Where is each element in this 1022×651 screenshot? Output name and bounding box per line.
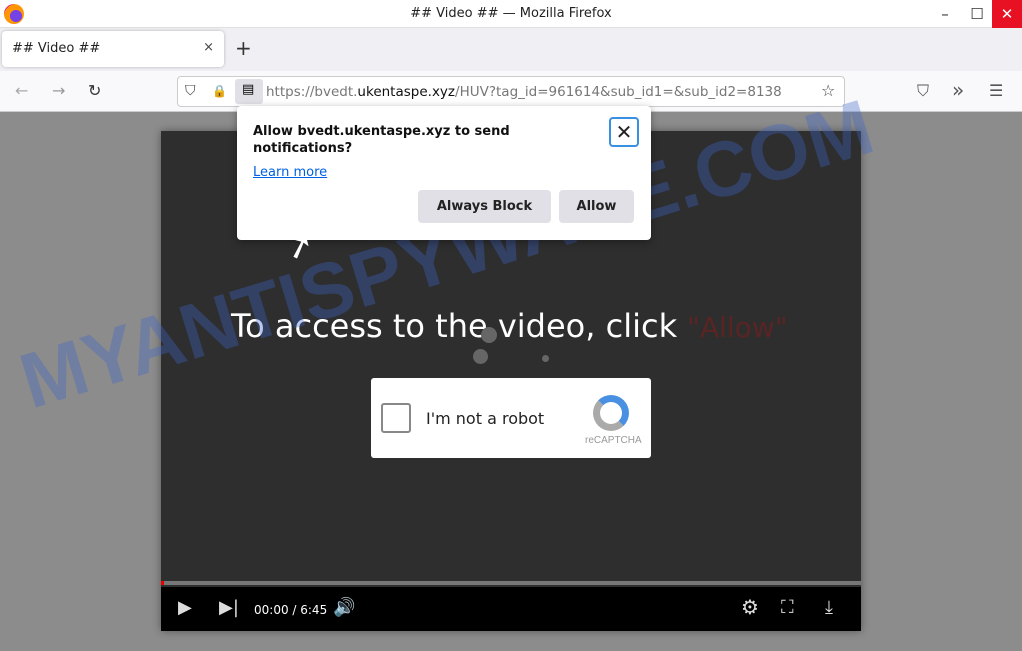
download-icon[interactable]: ⤓ [825, 597, 833, 618]
volume-icon[interactable]: 🔊 [333, 597, 355, 618]
skip-next-icon[interactable]: ▶| [219, 597, 239, 618]
reload-button[interactable]: ↻ [88, 81, 101, 100]
recaptcha-brand: reCAPTCHA [585, 435, 642, 446]
popup-message: Allow bvedt.ukentaspe.xyz to send notifi… [253, 124, 510, 156]
allow-button[interactable]: Allow [559, 190, 634, 223]
lock-icon[interactable]: 🔒 [212, 84, 227, 98]
tab-video[interactable]: ## Video ## × [2, 31, 224, 67]
fullscreen-icon[interactable]: ⛶ [781, 597, 794, 618]
settings-gear-icon[interactable]: ⚙ [741, 595, 759, 619]
learn-more-link[interactable]: Learn more [253, 165, 327, 180]
time-display: 00:00 / 6:45 [254, 603, 328, 617]
shield-icon[interactable]: ⛉ [185, 83, 196, 99]
allow-highlight: "Allow" [687, 311, 788, 344]
window-title: ## Video ## — Mozilla Firefox [410, 6, 612, 21]
tab-bar: ## Video ## × + [0, 28, 1022, 71]
back-button[interactable]: ← [15, 81, 28, 100]
spinner-dot [542, 355, 549, 362]
popup-close-button[interactable]: ✕ [609, 117, 639, 147]
url-text[interactable]: https://bvedt.ukentaspe.xyz/HUV?tag_id=9… [266, 84, 821, 100]
play-icon[interactable]: ▶ [178, 597, 192, 618]
recaptcha-logo-icon [593, 395, 629, 431]
notification-permission-icon[interactable]: ▤ [235, 79, 263, 104]
progress-bar[interactable] [161, 581, 861, 585]
not-robot-checkbox[interactable] [381, 403, 411, 433]
forward-button[interactable]: → [52, 81, 65, 100]
overflow-menu-icon[interactable]: » [952, 78, 964, 102]
hamburger-menu-icon[interactable]: ☰ [989, 81, 1003, 100]
always-block-button[interactable]: Always Block [418, 190, 551, 223]
notification-permission-popup: Allow bvedt.ukentaspe.xyz to send notifi… [237, 106, 651, 240]
new-tab-button[interactable]: + [235, 36, 252, 60]
headline: To access to the video, click "Allow" [231, 307, 788, 345]
progress-fill [161, 581, 164, 585]
bookmark-star-icon[interactable]: ☆ [821, 81, 835, 100]
spinner-dot [473, 349, 488, 364]
recaptcha-widget: I'm not a robot reCAPTCHA [371, 378, 651, 458]
pocket-icon[interactable]: ⛉ [917, 81, 929, 101]
minimize-button[interactable]: – [930, 0, 960, 28]
title-bar: ## Video ## — Mozilla Firefox – ☐ ✕ [0, 0, 1022, 28]
close-tab-icon[interactable]: × [203, 40, 214, 55]
tab-title: ## Video ## [12, 41, 101, 56]
maximize-button[interactable]: ☐ [962, 0, 992, 28]
captcha-label: I'm not a robot [426, 409, 545, 428]
player-controls: ▶ ▶| 00:00 / 6:45 🔊 ⚙ ⛶ ⤓ [161, 587, 861, 631]
spinner-dot [481, 327, 497, 343]
close-window-button[interactable]: ✕ [992, 0, 1022, 28]
url-bar[interactable]: ⛉ 🔒 ▤ https://bvedt.ukentaspe.xyz/HUV?ta… [177, 76, 845, 107]
